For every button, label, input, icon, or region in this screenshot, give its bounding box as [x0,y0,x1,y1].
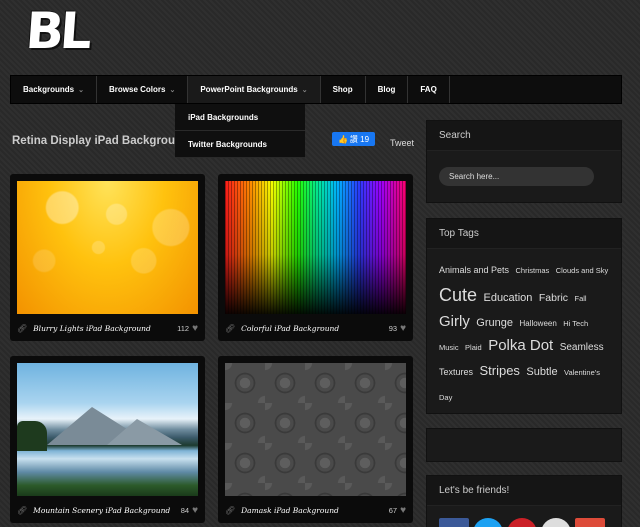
trees-shape [17,421,47,451]
card-meta: 🔗︎ Mountain Scenery iPad Background 84 ♥ [17,500,198,520]
heart-icon[interactable]: ♥ [192,323,198,334]
tag-link[interactable]: Fall [575,294,587,303]
nav-label: Shop [332,85,353,94]
like-count: 67 [388,505,398,515]
tag-cloud: Animals and Pets Christmas Clouds and Sk… [427,249,621,409]
page-title: Retina Display iPad Backgrounds [12,135,175,147]
tag-link[interactable]: Hi Tech [563,319,588,328]
nav-backgrounds[interactable]: Backgrounds ⌄ [11,76,97,103]
nav-faq[interactable]: FAQ [408,76,450,103]
card-title[interactable]: Colorful iPad Background [241,324,389,333]
card-title[interactable]: Damask iPad Background [241,506,389,515]
nav-label: FAQ [420,85,437,94]
thumbs-up-icon: 👍 [337,134,348,144]
nav-powerpoint-backgrounds[interactable]: PowerPoint Backgrounds ⌄ [188,76,321,103]
chevron-down-icon: ⌄ [78,86,84,94]
tag-link[interactable]: Girly [439,313,470,330]
dropdown-item-twitter[interactable]: Twitter Backgrounds [175,131,305,158]
card-thumbnail[interactable] [17,363,198,496]
mountain-shape [107,419,182,445]
heart-icon[interactable]: ♥ [400,505,406,516]
card-meta: 🔗︎ Colorful iPad Background 93 ♥ [225,318,406,338]
tag-link[interactable]: Plaid [465,343,482,352]
chevron-down-icon: ⌄ [301,86,308,94]
card-meta: 🔗︎ Damask iPad Background 67 ♥ [225,500,406,520]
like-count: 112 [177,323,190,333]
dropdown-item-ipad[interactable]: iPad Backgrounds [175,104,305,131]
link-icon[interactable]: 🔗︎ [17,324,27,333]
card-thumbnail[interactable] [17,181,198,314]
nav-label: Browse Colors [109,85,166,94]
heart-icon[interactable]: ♥ [400,323,406,334]
nav-label: Blog [377,85,396,94]
background-card[interactable]: 🔗︎ Colorful iPad Background 93 ♥ [218,174,413,341]
nav-blog[interactable]: Blog [366,76,409,103]
link-icon[interactable]: 🔗︎ [17,506,27,515]
social-widget: Let's be friends! ftP ◉ g+ [426,475,622,527]
tag-link[interactable]: Halloween [519,319,556,328]
social-icons: ftP ◉ g+ [439,518,605,527]
googleplus-icon[interactable]: g+ [575,518,605,527]
pinterest-icon[interactable]: P [507,518,537,527]
search-input[interactable] [439,167,594,186]
search-widget: Search [426,120,622,203]
like-count: 讚 19 [349,134,370,144]
tag-link[interactable]: Cute [439,285,477,305]
tag-link[interactable]: Seamless [560,342,604,353]
twitter-icon[interactable]: t [473,518,503,527]
widget-title: Let's be friends! [427,476,621,506]
card-title[interactable]: Blurry Lights iPad Background [33,324,177,333]
nav-label: Backgrounds [23,85,75,94]
facebook-like-button[interactable]: 👍 讚 19 [332,132,375,146]
tag-link[interactable]: Fabric [539,292,568,304]
widget-title: Top Tags [427,219,621,249]
tag-link[interactable]: Education [483,292,532,304]
facebook-icon[interactable]: f [439,518,469,527]
top-tags-widget: Top Tags Animals and Pets Christmas Clou… [426,218,622,414]
tag-link[interactable]: Animals and Pets [439,265,509,275]
card-meta: 🔗︎ Blurry Lights iPad Background 112 ♥ [17,318,198,338]
nav-dropdown-menu: iPad Backgrounds Twitter Backgrounds [175,104,305,158]
heart-icon[interactable]: ♥ [192,505,198,516]
empty-widget [426,428,622,462]
nav-shop[interactable]: Shop [321,76,366,103]
card-thumbnail[interactable] [225,363,406,496]
background-card[interactable]: 🔗︎ Mountain Scenery iPad Background 84 ♥ [10,356,205,523]
chevron-down-icon: ⌄ [169,86,176,94]
main-nav: Backgrounds ⌄ Browse Colors ⌄ PowerPoint… [10,75,622,104]
like-count: 84 [180,505,190,515]
tag-link[interactable]: Music [439,343,459,352]
nav-browse-colors[interactable]: Browse Colors ⌄ [97,76,189,103]
tweet-button[interactable]: Tweet [390,138,414,148]
tag-link[interactable]: Christmas [516,266,550,275]
link-icon[interactable]: 🔗︎ [225,324,235,333]
tag-link[interactable]: Polka Dot [488,337,553,354]
tag-link[interactable]: Stripes [479,363,519,378]
like-count: 93 [388,323,398,333]
background-card[interactable]: 🔗︎ Damask iPad Background 67 ♥ [218,356,413,523]
tag-link[interactable]: Textures [439,367,473,377]
card-title[interactable]: Mountain Scenery iPad Background [33,506,181,515]
background-card[interactable]: 🔗︎ Blurry Lights iPad Background 112 ♥ [10,174,205,341]
tag-link[interactable]: Subtle [526,366,557,378]
link-icon[interactable]: 🔗︎ [225,506,235,515]
rss-icon[interactable]: ◉ [541,518,571,527]
site-logo[interactable]: BL [24,2,90,60]
card-thumbnail[interactable] [225,181,406,314]
tag-link[interactable]: Grunge [476,317,513,329]
widget-title: Search [427,121,621,151]
nav-label: PowerPoint Backgrounds [200,85,298,94]
tag-link[interactable]: Clouds and Sky [556,266,609,275]
